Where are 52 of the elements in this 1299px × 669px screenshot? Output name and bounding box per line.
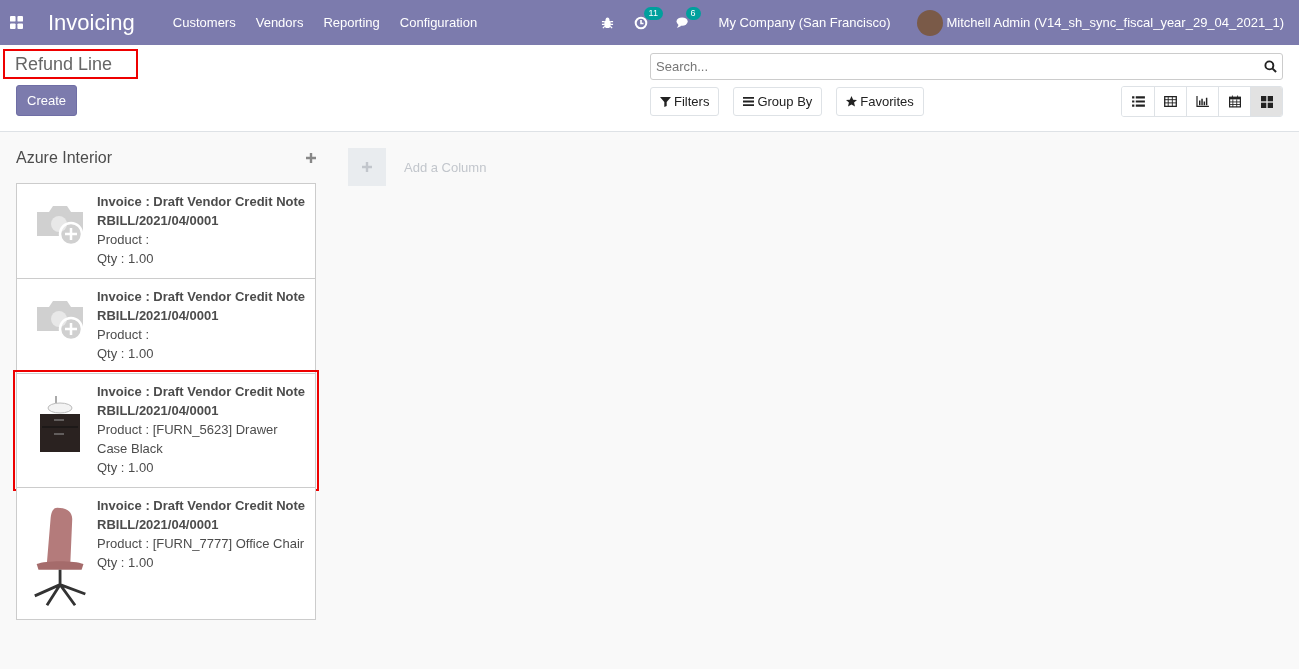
filter-dropdown-button[interactable]: Favorites (836, 87, 924, 116)
plus-icon[interactable] (306, 153, 316, 163)
filter-icon (660, 96, 671, 107)
app-name[interactable]: Invoicing (48, 9, 135, 36)
bug-icon[interactable] (600, 16, 614, 29)
menu-item[interactable]: Vendors (255, 15, 304, 30)
chat-icon[interactable] (675, 16, 691, 29)
clock-icon[interactable] (633, 15, 648, 30)
user-avatar (916, 9, 943, 36)
user-menu[interactable]: Mitchell Admin (V14_sh_sync_fiscal_year_29_04_2021_1) (946, 15, 1284, 30)
card-title: Invoice : Draft Vendor Credit Note (97, 193, 306, 211)
card-quantity: Qty : 1.00 (97, 554, 155, 572)
grid-icon (1260, 95, 1273, 108)
card-quantity: Qty : 1.00 (97, 250, 155, 268)
card-reference: RBILL/2021/04/0001 (97, 516, 220, 534)
calendar-icon (1228, 95, 1241, 108)
kanban-card[interactable]: Invoice : Draft Vendor Credit Note RBILL/2021/04/0001 Product : [FURN_7777] Office Chair Qty : 1.00 (16, 487, 316, 620)
kanban-view-button[interactable] (1250, 87, 1282, 116)
menu-icon (743, 96, 755, 107)
kanban-card[interactable]: Invoice : Draft Vendor Credit Note RBILL/2021/04/0001 Product : Qty : 1.00 (16, 278, 316, 374)
bar-chart-icon (1196, 96, 1209, 107)
page-title: Refund Line (3, 49, 139, 79)
message-count: 6 (685, 7, 701, 20)
search-field[interactable]: Search... (650, 53, 1283, 80)
activity-count: 11 (643, 6, 663, 20)
menu-item[interactable]: Configuration (399, 15, 478, 30)
company-switcher[interactable]: My Company (San Francisco) (718, 15, 891, 30)
table-icon (1164, 96, 1177, 107)
menu-item[interactable]: Reporting (323, 15, 380, 30)
card-reference: RBILL/2021/04/0001 (97, 402, 220, 420)
card-reference: RBILL/2021/04/0001 (97, 307, 220, 325)
search-icon[interactable] (1264, 60, 1277, 73)
list-icon (1131, 96, 1145, 107)
card-reference: RBILL/2021/04/0001 (97, 212, 220, 230)
card-title: Invoice : Draft Vendor Credit Note (97, 383, 307, 401)
column-title: Azure Interior (16, 149, 113, 167)
filter-dropdown-button[interactable]: Group By (733, 87, 823, 116)
kanban-card[interactable]: Invoice : Draft Vendor Credit Note RBILL/2021/04/0001 Product : Qty : 1.00 (16, 183, 316, 279)
card-product: Product : (97, 326, 151, 344)
card-quantity: Qty : 1.00 (97, 345, 155, 363)
card-product: Product : (97, 231, 151, 249)
card-product: Product : [FURN_5623] Drawer Case Black (97, 421, 279, 458)
filter-dropdown-button[interactable]: Filters (650, 87, 720, 116)
kanban-card[interactable]: Invoice : Draft Vendor Credit Note RBILL/2021/04/0001 Product : [FURN_5623] Drawer Case Black Qty : 1.00 (16, 373, 316, 488)
menu-item[interactable]: Customers (172, 15, 236, 30)
card-title: Invoice : Draft Vendor Credit Note (97, 288, 306, 306)
card-quantity: Qty : 1.00 (97, 459, 155, 477)
card-product: Product : [FURN_7777] Office Chair (97, 535, 306, 553)
create-button[interactable]: Create (16, 85, 78, 116)
card-title: Invoice : Draft Vendor Credit Note (97, 497, 306, 515)
star-icon (846, 96, 858, 107)
apps-menu-icon[interactable] (10, 16, 23, 29)
